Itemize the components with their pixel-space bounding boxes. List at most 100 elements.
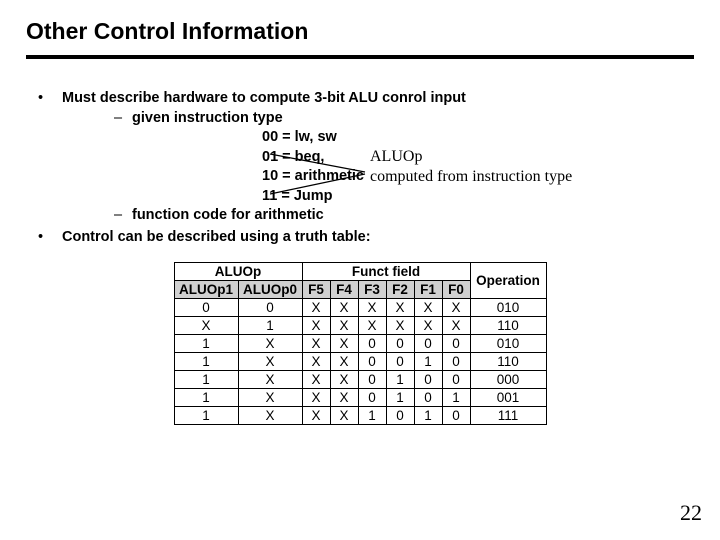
code-line-0: 00 = lw, sw	[132, 128, 694, 148]
table-cell: 1	[174, 334, 238, 352]
title-rule	[26, 55, 694, 59]
table-cell: 111	[470, 406, 546, 424]
table-cell: 110	[470, 316, 546, 334]
table-cell: X	[302, 298, 330, 316]
bullet-1-1-text: given instruction type	[132, 110, 283, 126]
table-cell: 010	[470, 298, 546, 316]
table-cell: 1	[174, 388, 238, 406]
table-cell: 001	[470, 388, 546, 406]
table-cell: 0	[414, 370, 442, 388]
table-cell: X	[414, 316, 442, 334]
table-cell: X	[330, 334, 358, 352]
table-cell: X	[302, 334, 330, 352]
table-cell: X	[330, 388, 358, 406]
table-cell: 1	[238, 316, 302, 334]
table-row: 1XXX1010111	[174, 406, 546, 424]
bullet-2-text: Control can be described using a truth t…	[62, 229, 371, 245]
annotation-line-2: computed from instruction type	[370, 167, 572, 187]
table-cell: 1	[174, 352, 238, 370]
table-cell: 0	[358, 334, 386, 352]
table-cell: X	[330, 406, 358, 424]
th-col-4: F3	[358, 280, 386, 298]
table-cell: 0	[442, 370, 470, 388]
table-row: 1XXX0101001	[174, 388, 546, 406]
table-cell: 0	[358, 388, 386, 406]
table-cell: 0	[442, 406, 470, 424]
th-col-5: F2	[386, 280, 414, 298]
table-row: 1XXX0100000	[174, 370, 546, 388]
table-cell: X	[330, 352, 358, 370]
table-cell: X	[330, 298, 358, 316]
table-cell: X	[238, 352, 302, 370]
table-cell: X	[238, 334, 302, 352]
table-cell: 0	[386, 406, 414, 424]
code-line-3: 11 = Jump	[132, 187, 694, 207]
th-col-7: F0	[442, 280, 470, 298]
table-row: 1XXX0010110	[174, 352, 546, 370]
th-col-2: F5	[302, 280, 330, 298]
bullet-1-2: function code for arithmetic	[62, 206, 694, 226]
table-cell: 010	[470, 334, 546, 352]
table-cell: X	[174, 316, 238, 334]
table-cell: 1	[358, 406, 386, 424]
slide-title: Other Control Information	[26, 18, 694, 45]
table-cell: 0	[414, 334, 442, 352]
table-cell: 0	[442, 334, 470, 352]
truth-table-wrap: ALUOp Funct field Operation ALUOp1 ALUOp…	[26, 262, 694, 425]
table-cell: X	[358, 316, 386, 334]
table-cell: X	[442, 316, 470, 334]
table-header-group-row: ALUOp Funct field Operation	[174, 262, 546, 280]
bullet-1-text: Must describe hardware to compute 3-bit …	[62, 90, 466, 106]
th-col-0: ALUOp1	[174, 280, 238, 298]
table-row: 1XXX0000010	[174, 334, 546, 352]
table-cell: 1	[414, 406, 442, 424]
table-cell: X	[302, 406, 330, 424]
table-cell: X	[386, 298, 414, 316]
th-col-3: F4	[330, 280, 358, 298]
table-cell: 0	[358, 370, 386, 388]
table-cell: 1	[174, 370, 238, 388]
table-cell: 1	[174, 406, 238, 424]
table-cell: X	[302, 316, 330, 334]
table-cell: 1	[414, 352, 442, 370]
table-cell: X	[442, 298, 470, 316]
table-cell: X	[414, 298, 442, 316]
bullet-1-2-text: function code for arithmetic	[132, 207, 324, 223]
table-cell: 110	[470, 352, 546, 370]
table-cell: X	[358, 298, 386, 316]
table-cell: 0	[358, 352, 386, 370]
table-cell: 1	[386, 388, 414, 406]
table-cell: X	[302, 370, 330, 388]
arrow-group-icon	[270, 150, 370, 200]
table-cell: 000	[470, 370, 546, 388]
table-body: 00XXXXXX010X1XXXXXX1101XXX00000101XXX001…	[174, 298, 546, 424]
th-col-6: F1	[414, 280, 442, 298]
table-cell: X	[238, 388, 302, 406]
table-cell: 1	[386, 370, 414, 388]
th-group-aluop: ALUOp	[174, 262, 302, 280]
truth-table: ALUOp Funct field Operation ALUOp1 ALUOp…	[174, 262, 547, 425]
annotation-line-1: ALUOp	[370, 147, 572, 167]
table-cell: 0	[414, 388, 442, 406]
table-cell: X	[330, 370, 358, 388]
page-number: 22	[680, 500, 702, 526]
th-group-operation: Operation	[470, 262, 546, 298]
table-cell: 1	[442, 388, 470, 406]
table-cell: 0	[442, 352, 470, 370]
table-cell: X	[302, 352, 330, 370]
table-cell: X	[302, 388, 330, 406]
bullet-2: Control can be described using a truth t…	[26, 228, 694, 248]
table-cell: 0	[386, 334, 414, 352]
annotation-box: ALUOp computed from instruction type	[370, 147, 572, 187]
table-cell: X	[238, 370, 302, 388]
table-cell: X	[386, 316, 414, 334]
th-group-funct: Funct field	[302, 262, 470, 280]
table-cell: 0	[386, 352, 414, 370]
table-row: 00XXXXXX010	[174, 298, 546, 316]
table-row: X1XXXXXX110	[174, 316, 546, 334]
table-cell: 0	[174, 298, 238, 316]
table-cell: 0	[238, 298, 302, 316]
th-col-1: ALUOp0	[238, 280, 302, 298]
table-cell: X	[330, 316, 358, 334]
table-cell: X	[238, 406, 302, 424]
